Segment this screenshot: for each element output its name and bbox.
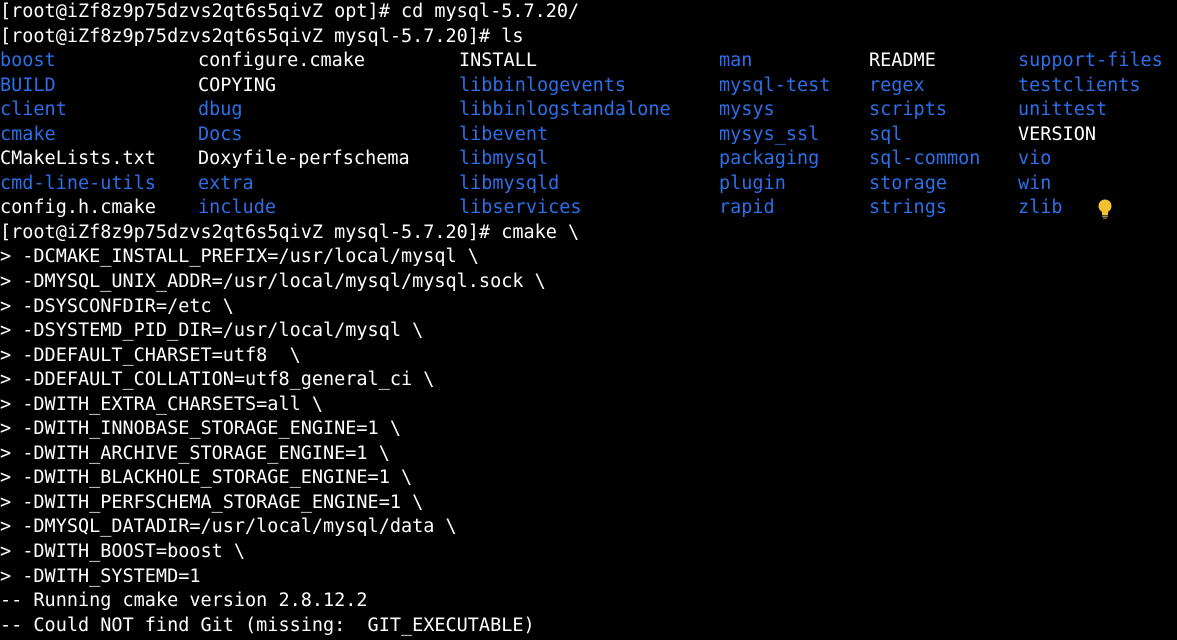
ls-entry: COPYING [198,74,276,96]
ls-entry: VERSION [1018,123,1096,145]
command-line-cd: [root@iZf8z9p75dzvs2qt6s5qivZ opt]# cd m… [0,1,580,22]
ls-row: CMakeLists.txt Doxyfile-perfschema libmy… [0,147,1177,172]
ls-entry: strings [869,197,947,219]
ls-entry: regex [869,74,925,96]
ls-entry: win [1018,172,1052,194]
cmake-command-block: [root@iZf8z9p75dzvs2qt6s5qivZ mysql-5.7.… [0,221,1177,638]
cmake-line: > -DWITH_INNOBASE_STORAGE_ENGINE=1 \ [0,418,401,440]
ls-entry: unittest [1018,99,1108,121]
ls-entry: libevent [459,123,549,145]
ls-entry: boost [0,50,56,72]
ls-row: cmake Docs libevent mysys_ssl sql VERSIO… [0,123,1177,148]
ls-entry: README [869,50,936,72]
ls-entry: sql [869,123,903,145]
cmake-line: > -DMYSQL_UNIX_ADDR=/usr/local/mysql/mys… [0,271,546,293]
ls-entry: rapid [719,197,775,219]
ls-row: config.h.cmake include libservices rapid… [0,196,1177,221]
command-line-ls: [root@iZf8z9p75dzvs2qt6s5qivZ mysql-5.7.… [0,25,524,47]
cmake-output-line: -- Running cmake version 2.8.12.2 [0,590,368,612]
cmake-output-line: -- Could NOT find Git (missing: GIT_EXEC… [0,614,535,636]
ls-row: BUILD COPYING libbinlogevents mysql-test… [0,74,1177,99]
ls-entry: INSTALL [459,50,537,72]
ls-entry: mysql-test [719,74,831,96]
cmake-line: > -DWITH_PERFSCHEMA_STORAGE_ENGINE=1 \ [0,491,424,513]
ls-entry: cmd-line-utils [0,172,156,194]
ls-entry: libmysqld [459,172,560,194]
ls-entry: BUILD [0,74,56,96]
ls-entry: config.h.cmake [0,197,156,219]
cmake-line: > -DDEFAULT_CHARSET=utf8 \ [0,344,301,366]
ls-entry: dbug [198,99,243,121]
ls-entry: client [0,99,67,121]
ls-entry: packaging [719,148,820,170]
ls-entry: plugin [719,172,786,194]
ls-entry: sql-common [869,148,981,170]
cmake-line: > -DWITH_EXTRA_CHARSETS=all \ [0,393,324,415]
ls-entry: include [198,197,276,219]
ls-row: cmd-line-utils extra libmysqld plugin st… [0,172,1177,197]
ls-entry: libbinlogevents [459,74,627,96]
ls-entry: extra [198,172,254,194]
cmake-line: > -DSYSCONFDIR=/etc \ [0,295,234,317]
ls-entry: support-files [1018,50,1163,72]
ls-entry: CMakeLists.txt [0,148,156,170]
ls-entry: libmysql [459,148,549,170]
cmake-line: > -DWITH_BLACKHOLE_STORAGE_ENGINE=1 \ [0,467,413,489]
ls-entry: configure.cmake [198,50,366,72]
ls-entry: scripts [869,99,947,121]
ls-entry: Docs [198,123,243,145]
ls-row: client dbug libbinlogstandalone mysys sc… [0,98,1177,123]
lightbulb-icon[interactable] [1097,199,1113,220]
cmake-line: > -DWITH_SYSTEMD=1 [0,565,201,587]
ls-entry: vio [1018,148,1052,170]
ls-entry: zlib [1018,197,1063,219]
ls-row: boost configure.cmake INSTALL man README… [0,49,1177,74]
ls-entry: Doxyfile-perfschema [198,148,410,170]
ls-entry: cmake [0,123,56,145]
ls-entry: mysys [719,99,775,121]
ls-entry: mysys_ssl [719,123,820,145]
cmake-line: > -DSYSTEMD_PID_DIR=/usr/local/mysql \ [0,320,424,342]
cmake-line: > -DMYSQL_DATADIR=/usr/local/mysql/data … [0,516,457,538]
ls-output: boost configure.cmake INSTALL man README… [0,49,1177,221]
cmake-line: [root@iZf8z9p75dzvs2qt6s5qivZ mysql-5.7.… [0,221,580,243]
cmake-line: > -DDEFAULT_COLLATION=utf8_general_ci \ [0,369,435,391]
cmake-line: > -DWITH_ARCHIVE_STORAGE_ENGINE=1 \ [0,442,390,464]
terminal-window[interactable]: [root@iZf8z9p75dzvs2qt6s5qivZ opt]# cd m… [0,0,1177,640]
cmake-line: > -DCMAKE_INSTALL_PREFIX=/usr/local/mysq… [0,246,479,268]
cmake-line: > -DWITH_BOOST=boost \ [0,541,246,563]
ls-entry: storage [869,172,947,194]
ls-entry: libbinlogstandalone [459,99,671,121]
ls-entry: libservices [459,197,582,219]
ls-entry: testclients [1018,74,1141,96]
ls-entry: man [719,50,753,72]
